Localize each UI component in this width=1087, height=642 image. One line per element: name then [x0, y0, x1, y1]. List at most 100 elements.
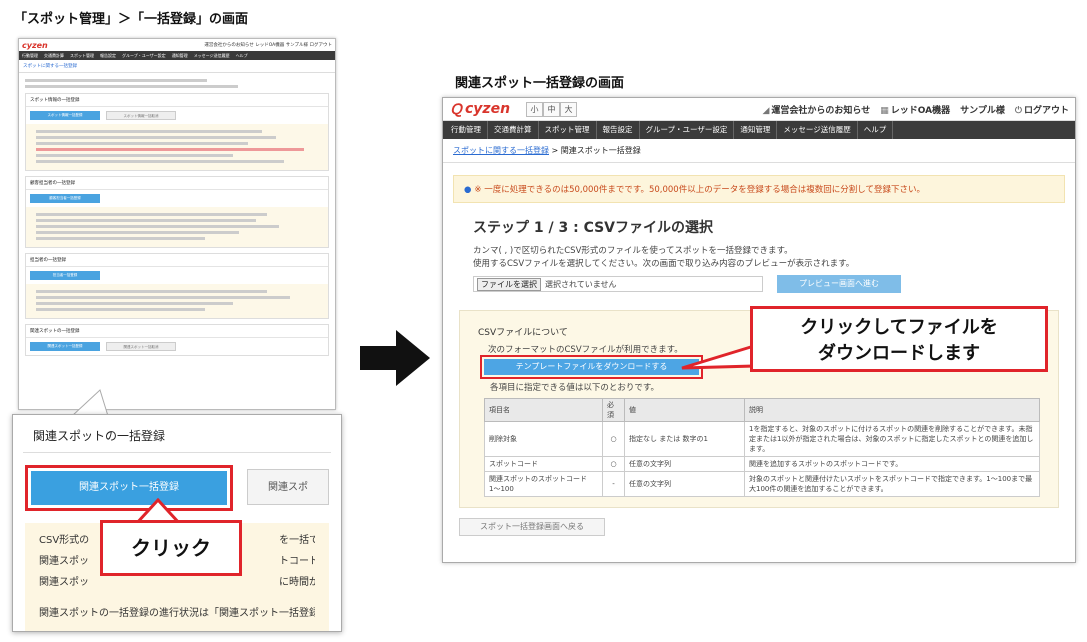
mini-header: cyzen 運営会社からのお知らせ レッドOA機器 サンプル様 ログアウト — [19, 39, 335, 51]
font-size-small-button[interactable]: 小 — [526, 101, 544, 117]
notice-label: 運営会社からのお知らせ — [771, 105, 871, 116]
notice-link[interactable]: ◢ 運営会社からのお知らせ — [762, 103, 870, 116]
table-cell: 関連を追加するスポットのスポットコードです。 — [744, 456, 1040, 472]
nav-item-activity[interactable]: 行動管理 — [445, 121, 488, 139]
mini-nav-item[interactable]: 報告設定 — [100, 53, 116, 59]
table-cell: ○ — [602, 456, 625, 472]
download-template-button[interactable]: テンプレートファイルをダウンロードする — [484, 359, 699, 375]
mini-notice[interactable]: 運営会社からのお知らせ — [204, 43, 253, 48]
zoom-line-right: トコードが — [279, 556, 315, 567]
back-button[interactable]: スポット一括登録画面へ戻る — [459, 518, 605, 536]
mini-nav-item[interactable]: スポット管理 — [70, 53, 94, 59]
nav-item-report[interactable]: 報告設定 — [597, 121, 640, 139]
nav-item-spot[interactable]: スポット管理 — [539, 121, 597, 139]
mini-logout[interactable]: ログアウト — [310, 43, 333, 48]
mini-header-right: 運営会社からのお知らせ レッドOA機器 サンプル様 ログアウト — [204, 42, 332, 48]
desc-line-1: カンマ( , )で区切られたCSV形式のファイルを使ってスポットを一括登録できま… — [473, 246, 793, 256]
table-cell: 任意の文字列 — [624, 471, 745, 497]
power-icon: ⏻ — [1014, 105, 1022, 116]
mini-staff-register-button[interactable]: 担当者一括登録 — [30, 271, 100, 280]
col-header: 説明 — [744, 398, 1040, 422]
table-row: スポットコード ○ 任意の文字列 関連を追加するスポットのスポットコードです。 — [484, 456, 1040, 472]
field-spec-table: 項目名 必須 値 説明 削除対象 ○ 指定なし または 数字の1 1を指定すると… — [484, 398, 1040, 497]
mini-section-title: 担当者の一括登録 — [26, 254, 328, 267]
table-row: 削除対象 ○ 指定なし または 数字の1 1を指定すると、対象のスポットに付ける… — [484, 421, 1040, 457]
megaphone-icon: ◢ — [762, 105, 770, 116]
highlight-frame: テンプレートファイルをダウンロードする — [480, 355, 703, 379]
table-row: 関連スポットのスポットコード1〜100 - 任意の文字列 対象のスポットと関連付… — [484, 471, 1040, 497]
desc-line-2: 使用するCSVファイルを選択してください。次の画面で取り込み内容のプレビューが表… — [473, 259, 855, 269]
mini-section-customer: 顧客担当者の一括登録 顧客担当者一括登録 — [25, 176, 329, 248]
table-cell: ○ — [602, 421, 625, 457]
logout-link[interactable]: ⏻ ログアウト — [1015, 103, 1069, 116]
mini-customer-register-button[interactable]: 顧客担当者一括登録 — [30, 194, 100, 203]
zoom-line: CSV形式の — [39, 535, 90, 546]
nav-item-expense[interactable]: 交通費計算 — [488, 121, 539, 139]
zoom-footer-line: 関連スポットの一括登録の進行状況は「関連スポット一括登録次 — [39, 608, 315, 619]
download-callout-line-1: クリックしてファイルを — [800, 317, 998, 338]
font-size-medium-button[interactable]: 中 — [543, 101, 561, 117]
limit-alert: ● ※ 一度に処理できるのは50,000件までです。50,000件以上のデータを登… — [453, 175, 1065, 203]
breadcrumb-link[interactable]: スポットに関する一括登録 — [453, 146, 549, 155]
mini-nav-item[interactable]: 交通費計算 — [44, 53, 64, 59]
mini-section-staff: 担当者の一括登録 担当者一括登録 — [25, 253, 329, 319]
table-cell: 削除対象 — [484, 421, 603, 457]
cyzen-logo[interactable]: Ｑ cyzen — [449, 99, 510, 119]
alert-text: ※ 一度に処理できるのは50,000件までです。50,000件以上のデータを登録… — [474, 185, 925, 195]
font-size-large-button[interactable]: 大 — [560, 101, 578, 117]
mini-nav-item[interactable]: グループ・ユーザー設定 — [122, 53, 166, 59]
related-spot-cancel-button[interactable]: 関連スポ — [247, 469, 329, 505]
mini-user: サンプル様 — [285, 43, 309, 48]
mini-section-title: 関連スポットの一括登録 — [26, 325, 328, 338]
mini-section-related: 関連スポットの一括登録 関連スポット一括登録 関連スポット一括取消 — [25, 324, 329, 356]
left-caption: 「スポット管理」＞「一括登録」の画面 — [14, 12, 249, 27]
col-header: 値 — [624, 398, 745, 422]
right-arrow-icon — [360, 330, 430, 386]
nav-item-message-history[interactable]: メッセージ送信履歴 — [777, 121, 858, 139]
info-icon: ● — [464, 185, 472, 195]
choose-file-button[interactable]: ファイルを選択 — [477, 277, 541, 291]
user-name: サンプル様 — [960, 105, 1005, 116]
file-input[interactable]: ファイルを選択 選択されていません — [473, 276, 763, 292]
mini-spot-cancel-button[interactable]: スポット情報一括取消 — [106, 111, 176, 120]
mini-related-cancel-button[interactable]: 関連スポット一括取消 — [106, 342, 176, 351]
mini-nav-item[interactable]: 行動管理 — [22, 53, 38, 59]
table-cell: スポットコード — [484, 456, 603, 472]
zoom-line: 関連スポッ — [39, 577, 89, 588]
highlight-frame: 関連スポット一括登録 — [25, 465, 233, 511]
csv-format-note: 次のフォーマットのCSVファイルが利用できます。 — [488, 345, 683, 355]
main-nav: 行動管理 交通費計算 スポット管理 報告設定 グループ・ユーザー設定 通知管理 … — [443, 121, 1075, 139]
download-callout-line-2: ダウンロードします — [818, 343, 980, 364]
nav-item-help[interactable]: ヘルプ — [858, 121, 894, 139]
mini-nav: 行動管理 交通費計算 スポット管理 報告設定 グループ・ユーザー設定 通知管理 … — [19, 51, 335, 60]
mini-breadcrumb[interactable]: スポットに関する一括登録 — [19, 60, 335, 73]
mini-nav-item[interactable]: 通知管理 — [172, 53, 188, 59]
related-spot-register-button[interactable]: 関連スポット一括登録 — [31, 471, 227, 505]
preview-button[interactable]: プレビュー画面へ進む — [777, 275, 901, 293]
step-title: ステップ 1 / 3 : CSVファイルの選択 — [473, 220, 714, 236]
file-status: 選択されていません — [545, 279, 617, 289]
mini-related-register-button[interactable]: 関連スポット一括登録 — [30, 342, 100, 351]
zoom-section-title: 関連スポットの一括登録 — [23, 415, 331, 453]
logout-label: ログアウト — [1023, 105, 1069, 116]
mini-section-title: スポット情報の一括登録 — [26, 94, 328, 107]
building-icon: ▦ — [880, 105, 889, 116]
table-cell: 任意の文字列 — [624, 456, 745, 472]
mini-company: レッドOA機器 — [255, 43, 285, 48]
table-cell: 対象のスポットと関連付けたいスポットをスポットコードで指定できます。1〜100ま… — [744, 471, 1040, 497]
zoom-line-right: に時間が — [279, 577, 315, 588]
nav-item-notification[interactable]: 通知管理 — [734, 121, 778, 139]
breadcrumb: スポットに関する一括登録 > 関連スポット一括登録 — [443, 139, 1075, 163]
mini-nav-item[interactable]: メッセージ送信履歴 — [194, 53, 230, 59]
items-note: 各項目に指定できる値は以下のとおりです。 — [490, 383, 659, 393]
right-caption: 関連スポット一括登録の画面 — [455, 76, 625, 91]
breadcrumb-current: 関連スポット一括登録 — [560, 146, 641, 155]
mini-nav-item[interactable]: ヘルプ — [236, 53, 248, 59]
table-cell: - — [602, 471, 625, 497]
csv-info-title: CSVファイルについて — [478, 328, 568, 338]
click-callout: クリック — [100, 520, 242, 576]
nav-item-group-user[interactable]: グループ・ユーザー設定 — [640, 121, 735, 139]
logo-mark-icon: Ｑ — [449, 102, 463, 118]
mini-section-spot: スポット情報の一括登録 スポット情報一括登録 スポット情報一括取消 — [25, 93, 329, 171]
mini-spot-register-button[interactable]: スポット情報一括登録 — [30, 111, 100, 120]
